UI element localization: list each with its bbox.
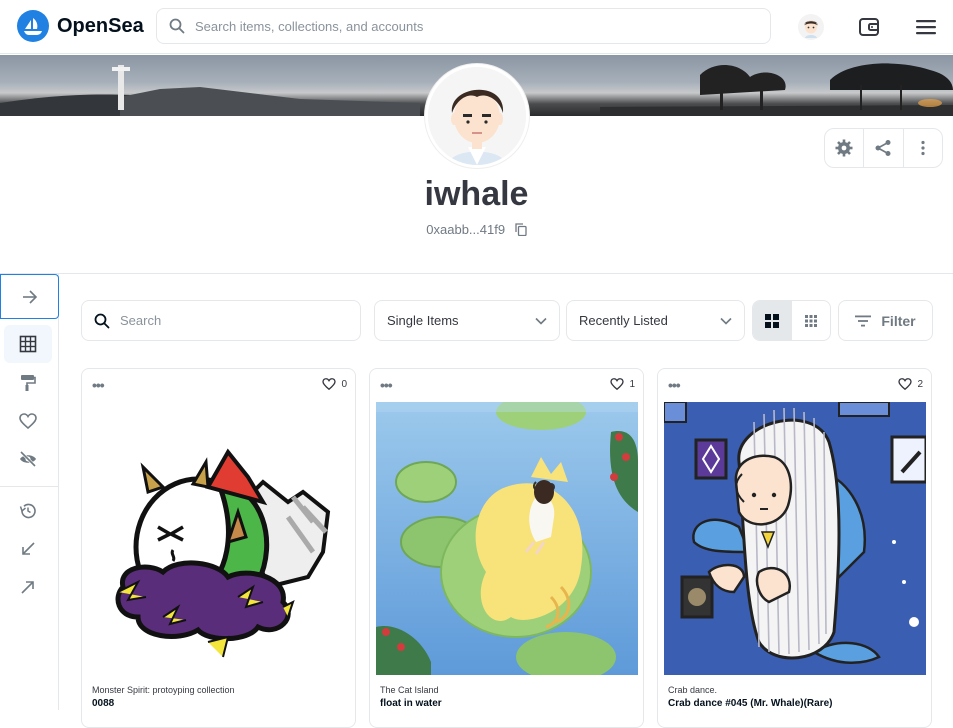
profile-avatar bbox=[425, 64, 529, 168]
chevron-down-icon bbox=[535, 317, 547, 325]
sidebar-item-activity[interactable] bbox=[4, 492, 52, 530]
float-in-water-artwork bbox=[376, 402, 638, 675]
heart-icon bbox=[610, 378, 625, 390]
avatar-icon bbox=[798, 14, 824, 40]
sidebar-item-collected[interactable] bbox=[4, 325, 52, 363]
heart-icon bbox=[898, 378, 913, 390]
small-grid-button[interactable] bbox=[792, 301, 831, 340]
share-icon bbox=[875, 140, 891, 156]
filter-label: Filter bbox=[881, 312, 916, 329]
more-horizontal-icon[interactable]: ••• bbox=[380, 377, 393, 393]
crab-dance-artwork bbox=[664, 402, 926, 675]
like-count: 2 bbox=[917, 378, 923, 390]
card-item-name[interactable]: float in water bbox=[380, 698, 442, 709]
more-horizontal-icon[interactable]: ••• bbox=[668, 377, 681, 393]
monster-spirit-artwork bbox=[88, 402, 350, 675]
search-icon bbox=[169, 18, 185, 34]
card-collection[interactable]: The Cat Island bbox=[380, 685, 439, 695]
item-type-value: Single Items bbox=[387, 313, 459, 328]
share-button[interactable] bbox=[864, 129, 904, 167]
card-header: ••• 0 bbox=[82, 369, 355, 401]
sidebar-item-offers-made[interactable] bbox=[4, 568, 52, 606]
nft-card[interactable]: ••• 2 Crab dance. Crab dance #045 (Mr. W… bbox=[657, 368, 932, 728]
global-search-input[interactable] bbox=[195, 18, 755, 34]
grid-table-icon bbox=[19, 335, 37, 353]
small-grid-icon bbox=[804, 314, 817, 327]
hamburger-menu-icon bbox=[916, 20, 936, 35]
items-search-input[interactable] bbox=[120, 313, 340, 328]
profile-actions bbox=[824, 128, 943, 168]
global-search[interactable] bbox=[156, 8, 771, 44]
nft-card[interactable]: ••• 1 The Cat Island float in water bbox=[369, 368, 644, 728]
nft-image[interactable] bbox=[664, 402, 926, 675]
more-vertical-icon bbox=[921, 140, 925, 156]
card-collection[interactable]: Crab dance. bbox=[668, 685, 717, 695]
menu-button[interactable] bbox=[911, 12, 941, 42]
nft-image[interactable] bbox=[376, 402, 638, 675]
wallet-button[interactable] bbox=[854, 12, 884, 42]
expand-sidebar-button[interactable] bbox=[0, 274, 59, 319]
more-horizontal-icon[interactable]: ••• bbox=[92, 377, 105, 393]
heart-icon bbox=[19, 413, 37, 429]
sidebar-item-hidden[interactable] bbox=[4, 440, 52, 478]
copy-icon[interactable] bbox=[515, 223, 527, 239]
heart-icon bbox=[322, 378, 337, 390]
chevron-down-icon bbox=[720, 317, 732, 325]
sort-value: Recently Listed bbox=[579, 313, 668, 328]
large-grid-icon bbox=[765, 313, 780, 328]
gear-icon bbox=[835, 139, 853, 157]
opensea-logo-icon bbox=[17, 10, 49, 42]
like-count: 1 bbox=[629, 378, 635, 390]
paint-roller-icon bbox=[21, 375, 36, 391]
account-avatar[interactable] bbox=[796, 12, 826, 42]
like-count: 0 bbox=[341, 378, 347, 390]
favorite-control[interactable]: 0 bbox=[322, 378, 347, 390]
settings-button[interactable] bbox=[825, 129, 865, 167]
card-header: ••• 1 bbox=[370, 369, 643, 401]
wallet-address-row: 0xaabb...41f9 bbox=[0, 222, 953, 239]
profile-username: iwhale bbox=[424, 175, 529, 213]
card-collection[interactable]: Monster Spirit: protoyping collection bbox=[92, 685, 235, 695]
sidebar-item-created[interactable] bbox=[4, 364, 52, 402]
filter-button[interactable]: Filter bbox=[838, 300, 933, 341]
profile-avatar-image bbox=[428, 67, 526, 165]
history-icon bbox=[19, 503, 36, 519]
favorite-control[interactable]: 1 bbox=[610, 378, 635, 390]
items-search[interactable] bbox=[81, 300, 361, 341]
sidebar-item-offers-received[interactable] bbox=[4, 530, 52, 568]
sidebar-item-favorited[interactable] bbox=[4, 402, 52, 440]
section-divider bbox=[0, 273, 953, 274]
wallet-icon bbox=[859, 18, 879, 36]
arrow-up-right-icon bbox=[21, 581, 34, 594]
nft-image[interactable] bbox=[88, 402, 350, 675]
favorite-control[interactable]: 2 bbox=[898, 378, 923, 390]
top-nav: OpenSea bbox=[0, 0, 953, 54]
item-type-select[interactable]: Single Items bbox=[374, 300, 560, 341]
side-nav bbox=[0, 274, 59, 710]
grid-size-toggle bbox=[752, 300, 831, 341]
large-grid-button[interactable] bbox=[753, 301, 792, 340]
sort-select[interactable]: Recently Listed bbox=[566, 300, 745, 341]
card-item-name[interactable]: Crab dance #045 (Mr. Whale)(Rare) bbox=[668, 698, 833, 709]
eye-off-icon bbox=[19, 451, 37, 467]
wallet-address[interactable]: 0xaabb...41f9 bbox=[426, 222, 505, 237]
card-header: ••• 2 bbox=[658, 369, 931, 401]
arrow-down-left-icon bbox=[22, 542, 35, 555]
nft-card[interactable]: ••• 0 Monster Spirit: protoyping collect… bbox=[81, 368, 356, 728]
more-options-button[interactable] bbox=[904, 129, 942, 167]
search-icon bbox=[94, 313, 110, 328]
filter-icon bbox=[855, 315, 872, 326]
arrow-right-icon bbox=[22, 289, 37, 304]
card-item-name[interactable]: 0088 bbox=[92, 698, 114, 709]
opensea-logo[interactable]: OpenSea bbox=[17, 10, 144, 42]
sidebar-divider bbox=[0, 486, 59, 487]
brand-name: OpenSea bbox=[57, 14, 144, 37]
